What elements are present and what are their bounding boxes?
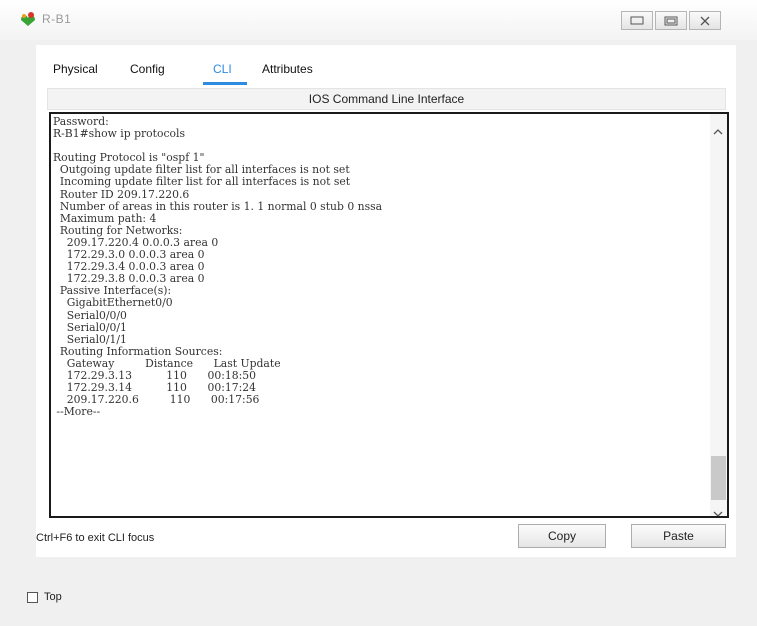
minimize-icon[interactable] — [621, 11, 653, 30]
top-checkbox[interactable] — [27, 592, 38, 603]
scroll-thumb[interactable] — [711, 456, 726, 500]
cli-console[interactable]: Password: R-B1#show ip protocols Routing… — [49, 112, 729, 518]
cli-output[interactable]: Password: R-B1#show ip protocols Routing… — [53, 115, 703, 418]
top-checkbox-label: Top — [44, 591, 62, 603]
window-title: R-B1 — [42, 12, 72, 26]
device-panel: Physical Config CLI Attributes IOS Comma… — [36, 45, 736, 557]
cli-header: IOS Command Line Interface — [47, 88, 726, 110]
tab-bar: Physical Config CLI Attributes — [36, 45, 736, 85]
console-scrollbar[interactable] — [710, 114, 727, 516]
maximize-icon[interactable] — [655, 11, 687, 30]
paste-button[interactable]: Paste — [631, 524, 726, 548]
tab-config[interactable]: Config — [130, 62, 165, 76]
tab-physical[interactable]: Physical — [53, 62, 98, 76]
router-app-icon — [19, 10, 37, 28]
title-bar[interactable]: R-B1 — [0, 0, 757, 40]
close-icon[interactable] — [689, 11, 721, 30]
scroll-down-icon[interactable] — [713, 504, 723, 516]
cli-focus-hint: Ctrl+F6 to exit CLI focus — [36, 532, 155, 544]
scroll-up-icon[interactable] — [713, 122, 723, 140]
active-tab-indicator — [203, 82, 247, 85]
device-window: R-B1 Physical Config CLI Attributes IOS … — [0, 0, 757, 626]
window-controls — [621, 11, 723, 32]
tab-cli[interactable]: CLI — [213, 62, 232, 76]
copy-button[interactable]: Copy — [518, 524, 606, 548]
tab-attributes[interactable]: Attributes — [262, 62, 313, 76]
